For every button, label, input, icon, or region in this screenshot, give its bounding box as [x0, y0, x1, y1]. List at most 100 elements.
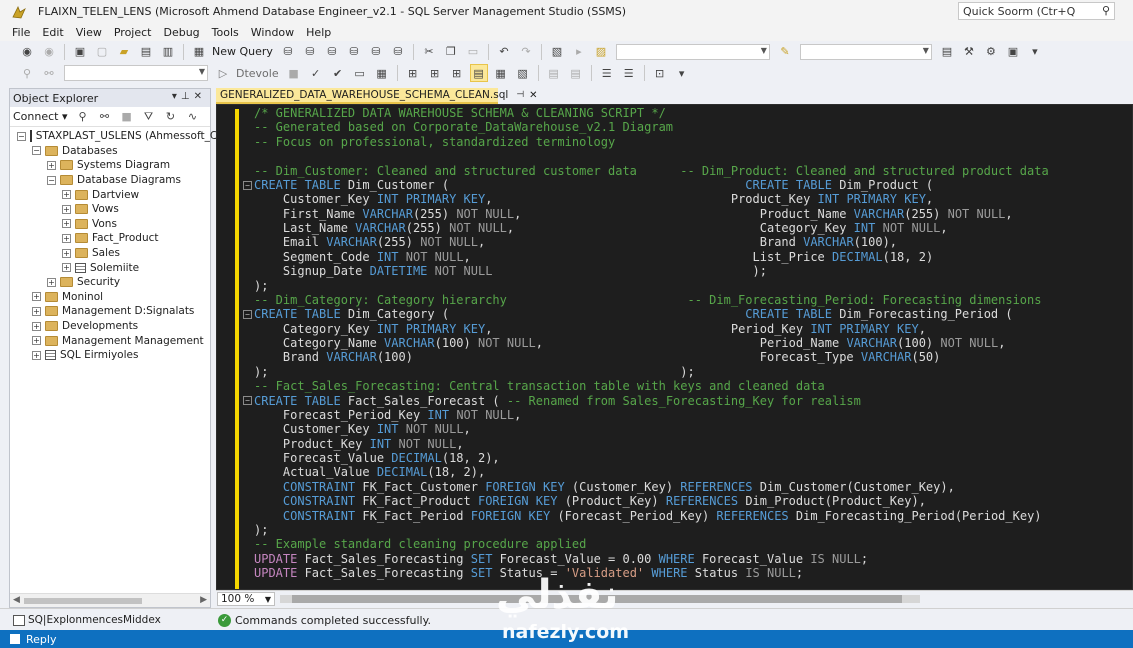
copy-icon[interactable]: ❐ — [442, 43, 460, 61]
forward-icon[interactable]: ◉ — [40, 43, 58, 61]
tab-schema-clean-sql[interactable]: GENERALIZED_DATA_WAREHOUSE_SCHEMA_CLEAN.… — [216, 88, 538, 104]
tree-node[interactable]: + Moninol — [10, 290, 210, 305]
expand-icon[interactable]: + — [62, 248, 71, 258]
pin-icon[interactable]: ⊣ — [516, 90, 524, 100]
redo-icon[interactable]: ↷ — [517, 43, 535, 61]
connect-object-icon[interactable]: ⚲ — [74, 108, 92, 126]
code-line[interactable]: -- Generated based on Corporate_DataWare… — [254, 120, 1049, 134]
editor-horizontal-scrollbar[interactable] — [280, 595, 920, 603]
tree-node[interactable]: − Database Diagrams — [10, 173, 210, 188]
filter-icon[interactable]: ⛛ — [140, 108, 158, 126]
expand-icon[interactable]: + — [62, 190, 71, 200]
back-icon[interactable]: ◉ — [18, 43, 36, 61]
undo-icon[interactable]: ↶ — [495, 43, 513, 61]
scroll-right-icon[interactable]: ▶ — [200, 595, 207, 605]
display-plan-icon[interactable]: ▭ — [351, 64, 369, 82]
code-line[interactable]: UPDATE Fact_Sales_Forecasting SET Status… — [254, 566, 1049, 580]
solution-config-icon[interactable]: ▨ — [592, 43, 610, 61]
fold-toggle-icon[interactable]: − — [243, 396, 252, 405]
tree-node[interactable]: + Sales — [10, 246, 210, 261]
new-project-icon[interactable]: ▣ — [71, 43, 89, 61]
solution-configuration-select[interactable]: ▼ — [615, 43, 770, 60]
expand-icon[interactable]: + — [62, 263, 71, 273]
parse-icon[interactable]: ✓ — [307, 64, 325, 82]
mdx-query-icon[interactable]: ⛁ — [323, 43, 341, 61]
tree-node[interactable]: + SQL Eirmiyoles — [10, 348, 210, 363]
code-line[interactable]: Actual_Value DECIMAL(18, 2), — [254, 465, 1049, 479]
code-line[interactable]: Product_Key INT NOT NULL, — [254, 437, 1049, 451]
zoom-select[interactable]: 100 % ▼ — [217, 592, 275, 606]
code-line[interactable]: Forecast_Period_Key INT NOT NULL, — [254, 408, 1049, 422]
code-line[interactable]: Customer_Key INT NOT NULL, — [254, 422, 1049, 436]
menu-file[interactable]: File — [6, 26, 36, 39]
close-icon[interactable]: ✕ — [194, 91, 206, 102]
collapse-icon[interactable]: − — [17, 131, 26, 141]
tree-node[interactable]: + Management D:Signalats — [10, 304, 210, 319]
new-query-icon[interactable]: ▦ — [190, 43, 208, 61]
code-line[interactable]: UPDATE Fact_Sales_Forecasting SET Foreca… — [254, 552, 1049, 566]
expand-icon[interactable]: + — [32, 350, 41, 360]
code-line[interactable]: Category_Name VARCHAR(100) NOT NULL, Per… — [254, 336, 1049, 350]
query-designer-icon[interactable]: ▦ — [373, 64, 391, 82]
search-icon[interactable]: ⚲ — [1102, 4, 1110, 17]
expand-icon[interactable]: + — [32, 292, 41, 302]
toolbox-icon[interactable]: ⚒ — [960, 43, 978, 61]
connect-button[interactable]: Connect ▾ — [13, 110, 68, 123]
change-connection-icon[interactable]: ⚯ — [40, 64, 58, 82]
pin-icon[interactable]: ⊥ — [181, 91, 194, 102]
expand-icon[interactable]: + — [62, 233, 71, 243]
cut-icon[interactable]: ✂ — [420, 43, 438, 61]
properties-icon[interactable]: ▤ — [938, 43, 956, 61]
menu-debug[interactable]: Debug — [157, 26, 205, 39]
tree-node[interactable]: − Databases — [10, 144, 210, 159]
open-file-icon[interactable]: ▰ — [115, 43, 133, 61]
code-line[interactable]: Category_Key INT PRIMARY KEY, Period_Key… — [254, 322, 1049, 336]
scrollbar-thumb[interactable] — [24, 598, 142, 604]
quick-launch-input[interactable]: Quick Soorm (Ctr+Q ⚲ — [958, 2, 1115, 20]
specify-values-icon[interactable]: ⊡ — [651, 64, 669, 82]
code-line[interactable] — [254, 149, 1049, 163]
expand-icon[interactable]: + — [32, 336, 41, 346]
find-icon[interactable]: ✎ — [776, 43, 794, 61]
activity-icon[interactable]: ∿ — [184, 108, 202, 126]
menu-window[interactable]: Window — [245, 26, 300, 39]
code-line[interactable]: -- Example standard cleaning procedure a… — [254, 537, 1049, 551]
uncomment-icon[interactable]: ▤ — [567, 64, 585, 82]
tree-node[interactable]: + Developments — [10, 319, 210, 334]
code-line[interactable]: First_Name VARCHAR(255) NOT NULL, Produc… — [254, 207, 1049, 221]
collapse-icon[interactable]: − — [32, 146, 41, 156]
tree-node[interactable]: + Management Management — [10, 333, 210, 348]
code-line[interactable]: ); — [254, 523, 1049, 537]
code-line[interactable]: CONSTRAINT FK_Fact_Customer FOREIGN KEY … — [254, 480, 1049, 494]
menu-tools[interactable]: Tools — [206, 26, 245, 39]
available-databases-select[interactable]: ▼ — [64, 65, 208, 81]
code-line[interactable]: CONSTRAINT FK_Fact_Product FOREIGN KEY (… — [254, 494, 1049, 508]
disconnect-icon[interactable]: ⚯ — [96, 108, 114, 126]
expand-icon[interactable]: + — [32, 321, 41, 331]
execute-button[interactable]: Dtevole — [236, 67, 279, 80]
check-icon[interactable]: ✔ — [329, 64, 347, 82]
add-item-icon[interactable]: ▢ — [93, 43, 111, 61]
new-query-button[interactable]: New Query — [212, 45, 273, 58]
window-layout-icon[interactable]: ▣ — [1004, 43, 1022, 61]
code-line[interactable]: Segment_Code INT NOT NULL, List_Price DE… — [254, 250, 1049, 264]
expand-icon[interactable]: + — [62, 219, 71, 229]
start-icon[interactable]: ▸ — [570, 43, 588, 61]
tree-node[interactable]: + Vows — [10, 202, 210, 217]
code-line[interactable]: -- Focus on professional, standardized t… — [254, 135, 1049, 149]
results-file-icon[interactable]: ▧ — [514, 64, 532, 82]
scroll-left-icon[interactable]: ◀ — [13, 595, 20, 605]
menu-view[interactable]: View — [70, 26, 108, 39]
sql-editor[interactable]: − − − /* GENERALIZED DATA WAREHOUSE SCHE… — [216, 104, 1133, 590]
code-line[interactable]: Forecast_Value DECIMAL(18, 2), — [254, 451, 1049, 465]
decrease-indent-icon[interactable]: ☰ — [598, 64, 616, 82]
client-stats-icon[interactable]: ⊞ — [448, 64, 466, 82]
object-explorer-scrollbar[interactable]: ◀ ▶ — [10, 593, 210, 607]
expand-icon[interactable]: + — [47, 160, 56, 170]
code-line[interactable]: CREATE TABLE Dim_Category ( CREATE TABLE… — [254, 307, 1049, 321]
code-line[interactable]: Customer_Key INT PRIMARY KEY, Product_Ke… — [254, 192, 1049, 206]
code-line[interactable]: Email VARCHAR(255) NOT NULL, Brand VARCH… — [254, 235, 1049, 249]
tree-node[interactable]: + Security — [10, 275, 210, 290]
code-line[interactable]: CREATE TABLE Dim_Customer ( CREATE TABLE… — [254, 178, 1049, 192]
save-icon[interactable]: ▤ — [137, 43, 155, 61]
